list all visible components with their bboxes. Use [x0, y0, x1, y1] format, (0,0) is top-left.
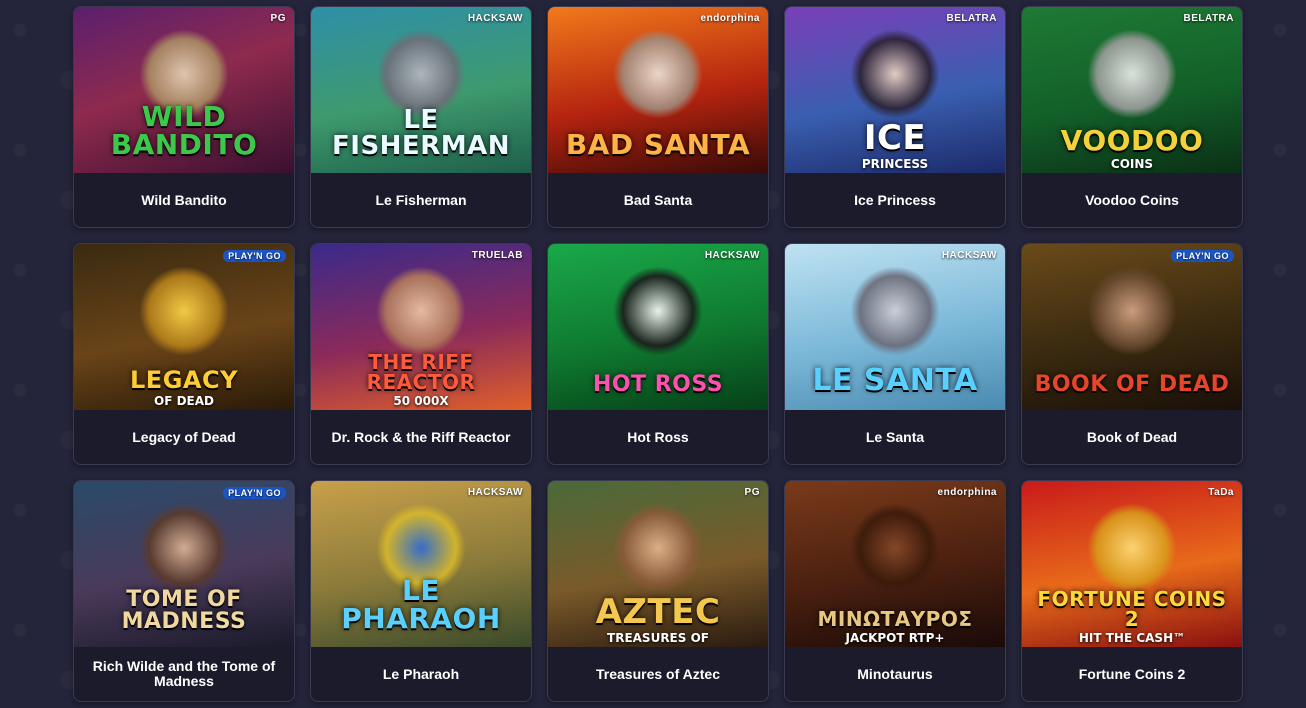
- game-card[interactable]: BELATRA PRINCESS ICE Ice Princess: [784, 6, 1006, 228]
- game-art-title: ICE: [863, 118, 927, 158]
- game-title[interactable]: Le Santa: [785, 410, 1005, 464]
- game-title[interactable]: Fortune Coins 2: [1022, 647, 1242, 701]
- game-art-title: HOT ROSS: [592, 372, 724, 397]
- game-thumbnail[interactable]: PLAY'N GO BOOK OF DEAD: [1022, 244, 1242, 410]
- game-title[interactable]: Treasures of Aztec: [548, 647, 768, 701]
- game-card[interactable]: TaDa HIT THE CASH™ FORTUNE COINS 2 Fortune …: [1021, 480, 1243, 702]
- provider-logo: BELATRA: [1183, 13, 1234, 24]
- game-thumbnail[interactable]: HACKSAW LE FISHERMAN: [311, 7, 531, 173]
- provider-logo: PG: [744, 487, 760, 498]
- game-card[interactable]: PG TREASURES OF AZTEC Treasures of Aztec: [547, 480, 769, 702]
- game-art-subtitle: HIT THE CASH™: [1078, 631, 1186, 645]
- game-title[interactable]: Legacy of Dead: [74, 410, 294, 464]
- game-thumbnail[interactable]: TaDa HIT THE CASH™ FORTUNE COINS 2: [1022, 481, 1242, 647]
- game-thumbnail[interactable]: TRUELAB 50 000X THE RIFF REACTOR: [311, 244, 531, 410]
- game-art-subtitle: JACKPOT RTP+: [845, 631, 945, 645]
- game-card[interactable]: BELATRA COINS VOODOO Voodoo Coins: [1021, 6, 1243, 228]
- game-art-title: LE PHARAOH: [341, 574, 501, 635]
- provider-logo: HACKSAW: [467, 487, 523, 498]
- game-thumbnail[interactable]: endorphina JACKPOT RTP+ ΜΙΝΩΤΑΥΡΟΣ: [785, 481, 1005, 647]
- provider-logo: PLAY'N GO: [223, 250, 286, 262]
- game-character-art: [139, 503, 229, 593]
- game-title[interactable]: Voodoo Coins: [1022, 173, 1242, 227]
- game-art-title: VOODOO: [1060, 124, 1204, 157]
- game-thumbnail[interactable]: PLAY'N GO OF DEAD LEGACY: [74, 244, 294, 410]
- provider-logo: PLAY'N GO: [223, 487, 286, 499]
- game-thumbnail[interactable]: BELATRA PRINCESS ICE: [785, 7, 1005, 173]
- game-art-subtitle: PRINCESS: [861, 157, 929, 171]
- game-card[interactable]: PG WILD BANDITO Wild Bandito: [73, 6, 295, 228]
- game-character-art: [139, 266, 229, 356]
- game-card[interactable]: PLAY'N GO TOME OF MADNESS Rich Wilde and t…: [73, 480, 295, 702]
- provider-logo: HACKSAW: [941, 250, 997, 261]
- game-art-title: BOOK OF DEAD: [1034, 372, 1230, 397]
- game-card[interactable]: HACKSAW LE FISHERMAN Le Fisherman: [310, 6, 532, 228]
- game-title[interactable]: Le Pharaoh: [311, 647, 531, 701]
- game-art-title: AZTEC: [595, 592, 721, 632]
- game-art-title: FORTUNE COINS 2: [1037, 587, 1227, 631]
- game-character-art: [613, 503, 703, 593]
- game-art-title: LE FISHERMAN: [332, 105, 510, 161]
- game-card[interactable]: PLAY'N GO BOOK OF DEAD Book of Dead: [1021, 243, 1243, 465]
- game-thumbnail[interactable]: PG WILD BANDITO: [74, 7, 294, 173]
- provider-logo: BELATRA: [946, 13, 997, 24]
- game-character-art: [1087, 29, 1177, 119]
- game-art-title: ΜΙΝΩΤΑΥΡΟΣ: [817, 607, 973, 631]
- game-character-art: [1087, 503, 1177, 593]
- game-title[interactable]: Le Fisherman: [311, 173, 531, 227]
- game-thumbnail[interactable]: HACKSAW HOT ROSS: [548, 244, 768, 410]
- game-art-subtitle: 50 000X: [393, 394, 449, 408]
- game-art-title: TOME OF MADNESS: [121, 587, 247, 634]
- provider-logo: endorphina: [937, 487, 997, 498]
- game-art-title: LE SANTA: [812, 363, 978, 398]
- game-art-title: BAD SANTA: [565, 128, 751, 161]
- game-thumbnail[interactable]: BELATRA COINS VOODOO: [1022, 7, 1242, 173]
- game-title[interactable]: Bad Santa: [548, 173, 768, 227]
- game-art-title: LEGACY: [130, 366, 238, 394]
- game-grid: PG WILD BANDITO Wild Bandito HACKSAW LE FISH…: [73, 6, 1243, 702]
- game-character-art: [850, 29, 940, 119]
- game-title[interactable]: Ice Princess: [785, 173, 1005, 227]
- game-character-art: [1087, 266, 1177, 356]
- game-title[interactable]: Hot Ross: [548, 410, 768, 464]
- game-title[interactable]: Dr. Rock & the Riff Reactor: [311, 410, 531, 464]
- provider-logo: HACKSAW: [704, 250, 760, 261]
- game-thumbnail[interactable]: endorphina BAD SANTA: [548, 7, 768, 173]
- game-character-art: [850, 266, 940, 356]
- game-art-title: WILD BANDITO: [110, 100, 258, 161]
- game-card[interactable]: HACKSAW HOT ROSS Hot Ross: [547, 243, 769, 465]
- provider-logo: TRUELAB: [471, 250, 523, 261]
- game-thumbnail[interactable]: PLAY'N GO TOME OF MADNESS: [74, 481, 294, 647]
- game-character-art: [613, 266, 703, 356]
- game-art-title: THE RIFF REACTOR: [366, 350, 476, 394]
- game-character-art: [613, 29, 703, 119]
- provider-logo: HACKSAW: [467, 13, 523, 24]
- provider-logo: TaDa: [1208, 487, 1234, 498]
- game-title[interactable]: Rich Wilde and the Tome of Madness: [74, 647, 294, 701]
- game-art-subtitle: TREASURES OF: [607, 631, 709, 645]
- game-title[interactable]: Book of Dead: [1022, 410, 1242, 464]
- game-art-subtitle: OF DEAD: [154, 394, 214, 408]
- game-thumbnail[interactable]: PG TREASURES OF AZTEC: [548, 481, 768, 647]
- game-card[interactable]: HACKSAW LE SANTA Le Santa: [784, 243, 1006, 465]
- provider-logo: PG: [270, 13, 286, 24]
- game-art-subtitle: COINS: [1110, 157, 1154, 171]
- game-thumbnail[interactable]: HACKSAW LE PHARAOH: [311, 481, 531, 647]
- game-character-art: [850, 503, 940, 593]
- game-title[interactable]: Wild Bandito: [74, 173, 294, 227]
- game-thumbnail[interactable]: HACKSAW LE SANTA: [785, 244, 1005, 410]
- game-card[interactable]: TRUELAB 50 000X THE RIFF REACTOR Dr. Rock &…: [310, 243, 532, 465]
- provider-logo: PLAY'N GO: [1171, 250, 1234, 262]
- game-card[interactable]: PLAY'N GO OF DEAD LEGACY Legacy of Dead: [73, 243, 295, 465]
- game-card[interactable]: endorphina BAD SANTA Bad Santa: [547, 6, 769, 228]
- game-card[interactable]: HACKSAW LE PHARAOH Le Pharaoh: [310, 480, 532, 702]
- game-title[interactable]: Minotaurus: [785, 647, 1005, 701]
- provider-logo: endorphina: [700, 13, 760, 24]
- game-character-art: [376, 266, 466, 356]
- game-card[interactable]: endorphina JACKPOT RTP+ ΜΙΝΩΤΑΥΡΟΣ Minotaur…: [784, 480, 1006, 702]
